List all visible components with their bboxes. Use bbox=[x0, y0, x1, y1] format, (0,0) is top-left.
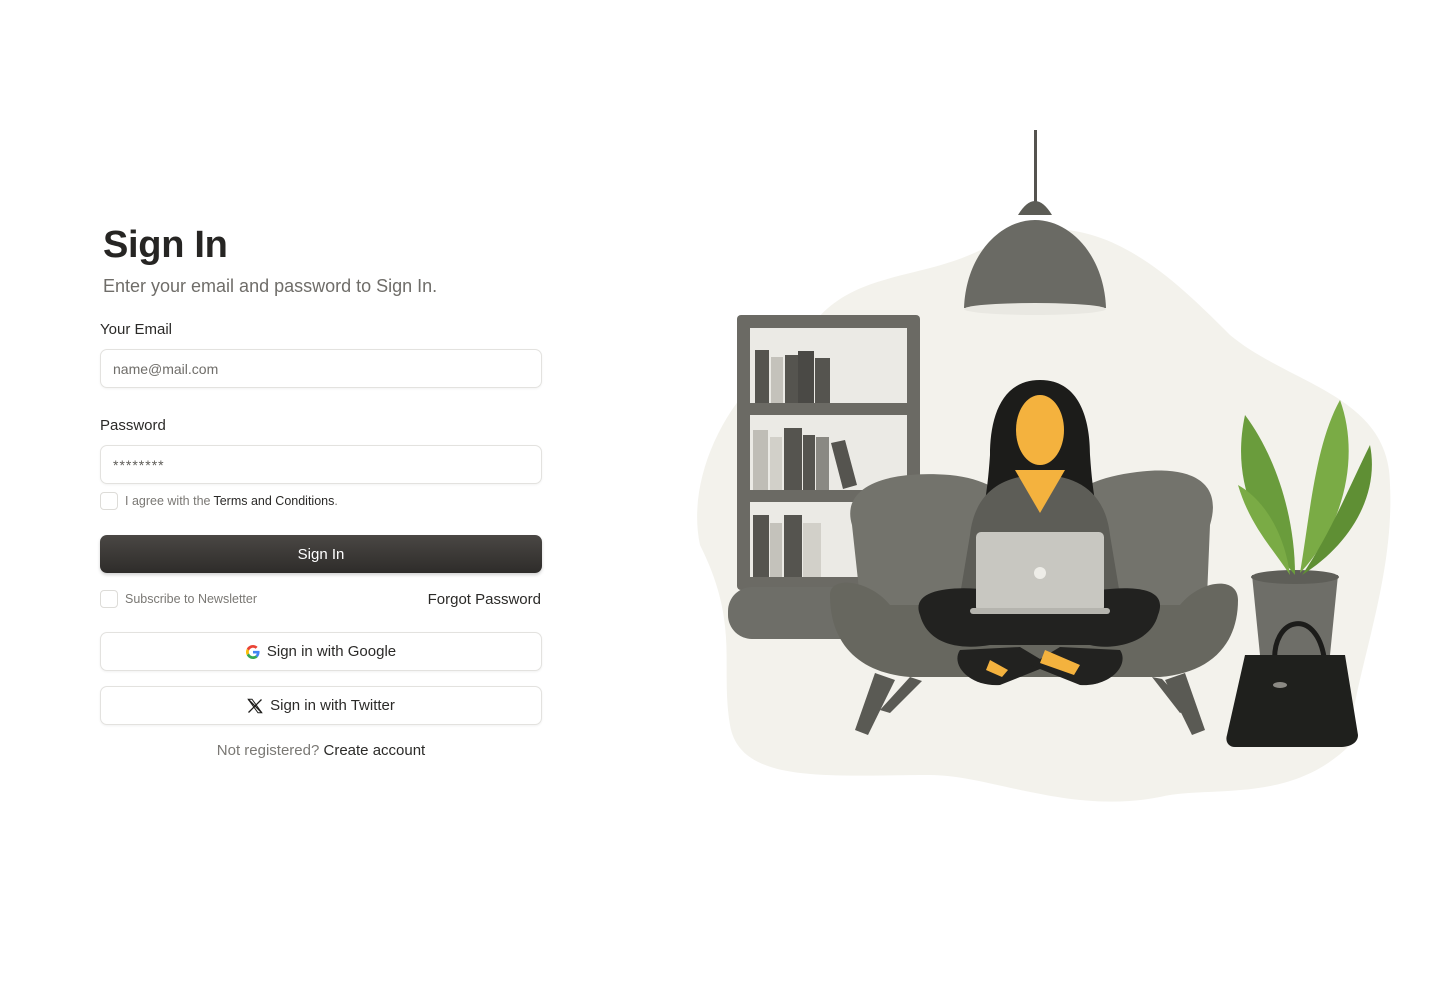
create-account-link[interactable]: Create account bbox=[324, 742, 426, 759]
terms-checkbox[interactable] bbox=[100, 492, 118, 510]
person-on-sofa-illustration bbox=[697, 130, 1391, 802]
x-twitter-icon bbox=[247, 698, 263, 714]
email-label: Your Email bbox=[100, 321, 172, 338]
password-field-container bbox=[100, 445, 542, 484]
google-icon bbox=[245, 644, 260, 659]
terms-row: I agree with the Terms and Conditions. bbox=[100, 492, 542, 510]
register-row: Not registered? Create account bbox=[100, 742, 542, 759]
page-title: Sign In bbox=[103, 224, 228, 266]
signin-form: Sign In Enter your email and password to… bbox=[100, 222, 542, 759]
register-prompt: Not registered? bbox=[216, 742, 320, 759]
password-input[interactable] bbox=[113, 456, 541, 473]
google-button-label: Sign in with Google bbox=[266, 643, 397, 660]
newsletter-label: Subscribe to Newsletter bbox=[125, 592, 258, 606]
newsletter-row: Subscribe to Newsletter bbox=[100, 590, 257, 608]
email-field-container bbox=[100, 349, 542, 388]
twitter-signin-button[interactable]: Sign in with Twitter bbox=[100, 686, 542, 725]
newsletter-checkbox[interactable] bbox=[100, 590, 118, 608]
sign-in-button[interactable]: Sign In bbox=[100, 535, 542, 573]
terms-prefix: I agree with the bbox=[125, 494, 211, 508]
pendant-lamp-icon bbox=[964, 130, 1106, 315]
options-row: Subscribe to Newsletter Forgot Password bbox=[100, 589, 542, 609]
page-subtitle: Enter your email and password to Sign In… bbox=[103, 276, 438, 296]
email-input[interactable] bbox=[113, 360, 541, 377]
terms-link[interactable]: Terms and Conditions bbox=[213, 494, 334, 508]
google-signin-button[interactable]: Sign in with Google bbox=[100, 632, 542, 671]
password-label: Password bbox=[100, 417, 166, 434]
terms-suffix: . bbox=[334, 494, 338, 508]
forgot-password-link[interactable]: Forgot Password bbox=[428, 591, 541, 608]
twitter-button-label: Sign in with Twitter bbox=[270, 697, 395, 714]
